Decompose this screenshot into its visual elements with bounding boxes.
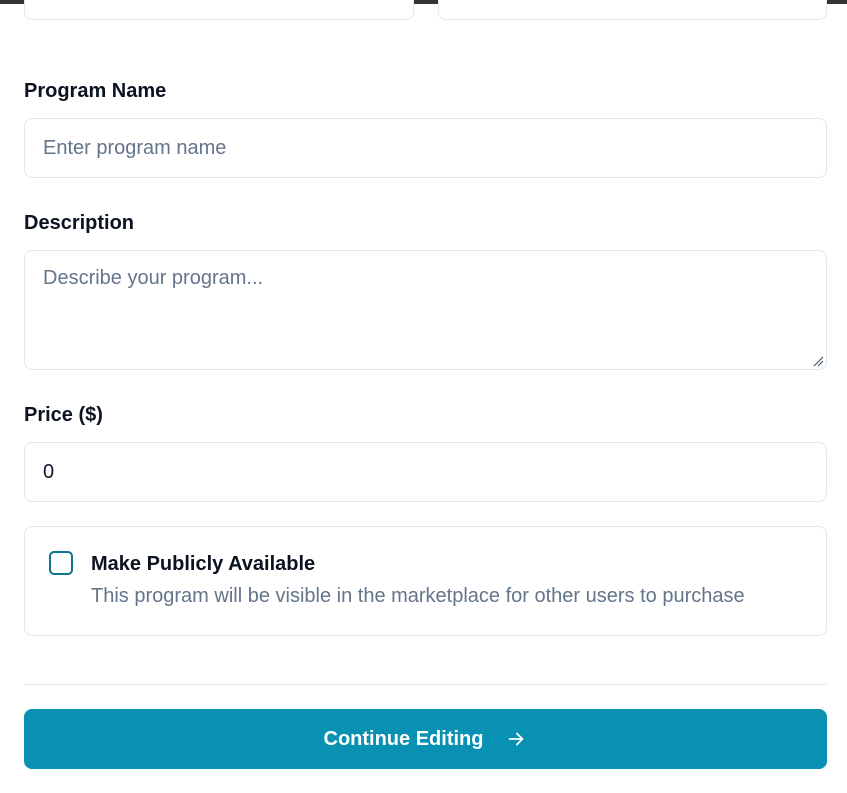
previous-field-left[interactable] xyxy=(24,0,414,20)
arrow-right-icon xyxy=(509,732,524,746)
program-name-input[interactable]: Enter program name xyxy=(24,118,827,178)
price-input[interactable]: 0 xyxy=(24,442,827,502)
public-title: Make Publicly Available xyxy=(91,553,316,575)
description-label: Description xyxy=(24,212,135,234)
price-label: Price ($) xyxy=(24,404,103,426)
previous-field-right[interactable] xyxy=(438,0,827,20)
public-description: This program will be visible in the mark… xyxy=(91,585,745,607)
continue-editing-button[interactable]: Continue Editing xyxy=(24,709,827,769)
program-name-label: Program Name xyxy=(24,80,167,102)
description-textarea[interactable]: Describe your program... xyxy=(24,250,827,370)
create-program-form: Program Name Enter program name Descript… xyxy=(0,0,847,793)
description-placeholder: Describe your program... xyxy=(43,267,264,289)
divider xyxy=(24,684,827,685)
public-checkbox[interactable] xyxy=(49,551,73,575)
program-name-placeholder: Enter program name xyxy=(43,137,227,159)
continue-editing-label: Continue Editing xyxy=(323,727,484,750)
resize-grip-icon[interactable] xyxy=(812,355,824,367)
price-value: 0 xyxy=(43,461,55,483)
public-availability-card: Make Publicly Available This program wil… xyxy=(24,526,827,636)
